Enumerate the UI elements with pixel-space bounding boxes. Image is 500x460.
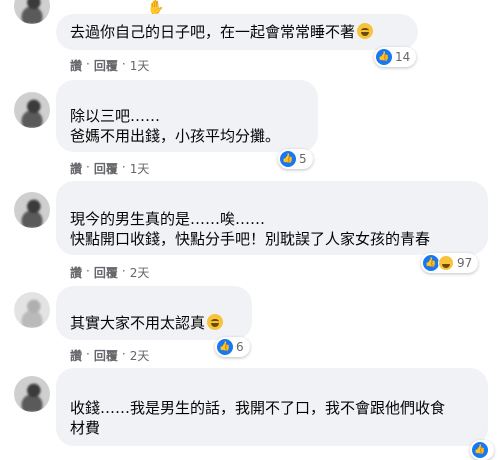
comment-text: 去過你自己的日子吧，在一起會常常睡不著 [70, 23, 356, 41]
comment-bubble: 其實大家不用太認真 [56, 286, 252, 340]
like-button[interactable]: 讚 [70, 347, 82, 364]
laughing-emoji-icon [357, 23, 374, 39]
timestamp[interactable]: 2天 [130, 264, 150, 281]
comment-text-line: 爸媽不用出錢，小孩平均分攤。 [70, 127, 281, 145]
reply-button[interactable]: 回覆 [94, 57, 118, 74]
comment-text-line: 現今的男生真的是……唉…… [70, 210, 266, 228]
comment-actions: 讚 · 回覆 · 1天 [70, 160, 150, 177]
comment-bubble: 現今的男生真的是……唉…… 快點開口收錢，快點分手吧！別耽誤了人家女孩的青春 [56, 181, 488, 255]
reaction-count[interactable]: 👍 5 [278, 149, 313, 169]
comment-text: 其實大家不用太認真 [70, 314, 206, 332]
avatar[interactable] [14, 0, 50, 24]
comment-bubble: 收錢……我是男生的話，我開不了口，我不會跟他們收食 材費 [56, 368, 488, 446]
reaction-count[interactable]: 👍 97 [421, 253, 479, 273]
comment-actions: 讚 · 回覆 · 2天 [70, 347, 150, 364]
avatar[interactable] [14, 92, 50, 128]
reaction-count[interactable]: 👍 14 [374, 47, 417, 67]
haha-reaction-icon [438, 255, 454, 271]
like-reaction-icon: 👍 [423, 255, 439, 271]
like-button[interactable]: 讚 [70, 57, 82, 74]
comment-text-line: 快點開口收錢，快點分手吧！別耽誤了人家女孩的青春 [70, 230, 431, 248]
avatar[interactable] [14, 376, 50, 412]
like-button[interactable]: 讚 [70, 264, 82, 281]
timestamp[interactable]: 2天 [130, 347, 150, 364]
like-reaction-icon: 👍 [280, 151, 296, 167]
laughing-emoji-icon [207, 314, 224, 330]
comment-actions: 讚 · 回覆 · 1天 [70, 57, 150, 74]
comment-bubble: 除以三吧…… 爸媽不用出錢，小孩平均分攤。 [56, 80, 318, 152]
reply-button[interactable]: 回覆 [94, 264, 118, 281]
like-button[interactable]: 讚 [70, 160, 82, 177]
like-reaction-icon: 👍 [217, 339, 233, 355]
reaction-count[interactable]: 👍 6 [215, 337, 250, 357]
comment-text-line: 除以三吧…… [70, 107, 161, 125]
like-reaction-icon: 👍 [472, 442, 488, 458]
reply-button[interactable]: 回覆 [94, 347, 118, 364]
like-reaction-icon: 👍 [376, 49, 392, 65]
avatar[interactable] [14, 292, 50, 328]
comment-text-line: 材費 [70, 419, 101, 437]
reply-button[interactable]: 回覆 [94, 160, 118, 177]
avatar[interactable] [14, 192, 50, 228]
timestamp[interactable]: 1天 [130, 57, 150, 74]
reaction-count[interactable]: 👍 [470, 440, 494, 460]
timestamp[interactable]: 1天 [130, 160, 150, 177]
comment-text-line: 收錢……我是男生的話，我開不了口，我不會跟他們收食 [70, 399, 446, 417]
comment-bubble: 去過你自己的日子吧，在一起會常常睡不著 [56, 14, 418, 50]
comment-actions: 讚 · 回覆 · 2天 [70, 264, 150, 281]
